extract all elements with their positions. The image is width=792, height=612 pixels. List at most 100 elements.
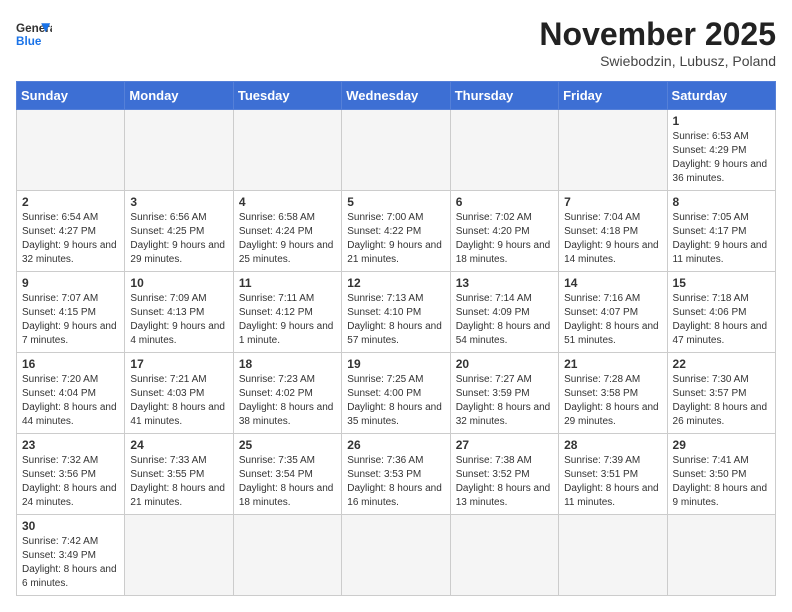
calendar-day-cell: 9 Sunrise: 7:07 AM Sunset: 4:15 PM Daylig… [17, 272, 125, 353]
calendar-header-friday: Friday [559, 82, 667, 110]
calendar-day-cell [233, 110, 341, 191]
day-info: Sunrise: 6:53 AM Sunset: 4:29 PM Dayligh… [673, 130, 770, 186]
day-info: Sunrise: 7:14 AM Sunset: 4:09 PM Dayligh… [456, 292, 553, 348]
day-number: 26 [347, 438, 444, 452]
day-info: Sunrise: 7:27 AM Sunset: 3:59 PM Dayligh… [456, 373, 553, 429]
day-number: 3 [130, 195, 227, 209]
day-info: Sunrise: 7:07 AM Sunset: 4:15 PM Dayligh… [22, 292, 119, 348]
title-area: November 2025 Swiebodzin, Lubusz, Poland [539, 16, 776, 69]
day-number: 22 [673, 357, 770, 371]
logo-icon: General Blue [16, 16, 52, 52]
calendar-day-cell: 8Sunrise: 7:05 AM Sunset: 4:17 PM Daylig… [667, 191, 775, 272]
day-number: 21 [564, 357, 661, 371]
day-info: Sunrise: 7:00 AM Sunset: 4:22 PM Dayligh… [347, 211, 444, 267]
calendar-day-cell [559, 515, 667, 596]
logo: General Blue [16, 16, 52, 52]
calendar-week-row: 9 Sunrise: 7:07 AM Sunset: 4:15 PM Daylig… [17, 272, 776, 353]
calendar-day-cell: 7Sunrise: 7:04 AM Sunset: 4:18 PM Daylig… [559, 191, 667, 272]
calendar-day-cell: 23Sunrise: 7:32 AM Sunset: 3:56 PM Dayli… [17, 434, 125, 515]
calendar-header-sunday: Sunday [17, 82, 125, 110]
day-info: Sunrise: 7:21 AM Sunset: 4:03 PM Dayligh… [130, 373, 227, 429]
calendar-day-cell [559, 110, 667, 191]
calendar-day-cell [342, 515, 450, 596]
day-info: Sunrise: 6:56 AM Sunset: 4:25 PM Dayligh… [130, 211, 227, 267]
calendar-day-cell: 22 Sunrise: 7:30 AM Sunset: 3:57 PM Dayli… [667, 353, 775, 434]
calendar-day-cell [450, 515, 558, 596]
day-info: Sunrise: 6:58 AM Sunset: 4:24 PM Dayligh… [239, 211, 336, 267]
calendar-day-cell: 30 Sunrise: 7:42 AM Sunset: 3:49 PM Dayli… [17, 515, 125, 596]
day-number: 28 [564, 438, 661, 452]
day-info: Sunrise: 7:42 AM Sunset: 3:49 PM Dayligh… [22, 535, 119, 591]
day-info: Sunrise: 7:09 AM Sunset: 4:13 PM Dayligh… [130, 292, 227, 348]
day-number: 24 [130, 438, 227, 452]
subtitle: Swiebodzin, Lubusz, Poland [539, 53, 776, 69]
calendar-week-row: 1 Sunrise: 6:53 AM Sunset: 4:29 PM Daylig… [17, 110, 776, 191]
calendar-week-row: 2Sunrise: 6:54 AM Sunset: 4:27 PM Daylig… [17, 191, 776, 272]
day-number: 8 [673, 195, 770, 209]
calendar-week-row: 16Sunrise: 7:20 AM Sunset: 4:04 PM Dayli… [17, 353, 776, 434]
day-number: 12 [347, 276, 444, 290]
calendar-day-cell: 4Sunrise: 6:58 AM Sunset: 4:24 PM Daylig… [233, 191, 341, 272]
calendar-day-cell: 26 Sunrise: 7:36 AM Sunset: 3:53 PM Dayli… [342, 434, 450, 515]
day-number: 6 [456, 195, 553, 209]
calendar-day-cell: 18 Sunrise: 7:23 AM Sunset: 4:02 PM Dayli… [233, 353, 341, 434]
calendar-day-cell: 5 Sunrise: 7:00 AM Sunset: 4:22 PM Daylig… [342, 191, 450, 272]
day-info: Sunrise: 7:23 AM Sunset: 4:02 PM Dayligh… [239, 373, 336, 429]
calendar-day-cell: 20 Sunrise: 7:27 AM Sunset: 3:59 PM Dayli… [450, 353, 558, 434]
day-number: 11 [239, 276, 336, 290]
day-info: Sunrise: 7:33 AM Sunset: 3:55 PM Dayligh… [130, 454, 227, 510]
day-info: Sunrise: 7:16 AM Sunset: 4:07 PM Dayligh… [564, 292, 661, 348]
day-number: 19 [347, 357, 444, 371]
day-number: 29 [673, 438, 770, 452]
day-number: 1 [673, 114, 770, 128]
day-info: Sunrise: 7:28 AM Sunset: 3:58 PM Dayligh… [564, 373, 661, 429]
day-info: Sunrise: 7:18 AM Sunset: 4:06 PM Dayligh… [673, 292, 770, 348]
day-number: 13 [456, 276, 553, 290]
month-title: November 2025 [539, 16, 776, 53]
calendar-header-monday: Monday [125, 82, 233, 110]
day-number: 5 [347, 195, 444, 209]
calendar-day-cell [125, 110, 233, 191]
calendar-day-cell: 28 Sunrise: 7:39 AM Sunset: 3:51 PM Dayli… [559, 434, 667, 515]
calendar-day-cell: 13 Sunrise: 7:14 AM Sunset: 4:09 PM Dayli… [450, 272, 558, 353]
day-info: Sunrise: 6:54 AM Sunset: 4:27 PM Dayligh… [22, 211, 119, 267]
svg-text:Blue: Blue [16, 35, 42, 48]
day-info: Sunrise: 7:41 AM Sunset: 3:50 PM Dayligh… [673, 454, 770, 510]
calendar-week-row: 23Sunrise: 7:32 AM Sunset: 3:56 PM Dayli… [17, 434, 776, 515]
calendar-day-cell: 19 Sunrise: 7:25 AM Sunset: 4:00 PM Dayli… [342, 353, 450, 434]
day-number: 23 [22, 438, 119, 452]
calendar-day-cell: 16Sunrise: 7:20 AM Sunset: 4:04 PM Dayli… [17, 353, 125, 434]
day-number: 27 [456, 438, 553, 452]
calendar-header-row: SundayMondayTuesdayWednesdayThursdayFrid… [17, 82, 776, 110]
calendar-day-cell: 1 Sunrise: 6:53 AM Sunset: 4:29 PM Daylig… [667, 110, 775, 191]
calendar-day-cell: 15 Sunrise: 7:18 AM Sunset: 4:06 PM Dayli… [667, 272, 775, 353]
day-number: 20 [456, 357, 553, 371]
day-number: 30 [22, 519, 119, 533]
day-info: Sunrise: 7:30 AM Sunset: 3:57 PM Dayligh… [673, 373, 770, 429]
calendar-header-wednesday: Wednesday [342, 82, 450, 110]
calendar-day-cell: 12 Sunrise: 7:13 AM Sunset: 4:10 PM Dayli… [342, 272, 450, 353]
calendar-header-tuesday: Tuesday [233, 82, 341, 110]
calendar-header-thursday: Thursday [450, 82, 558, 110]
day-info: Sunrise: 7:39 AM Sunset: 3:51 PM Dayligh… [564, 454, 661, 510]
day-number: 18 [239, 357, 336, 371]
calendar-day-cell: 17Sunrise: 7:21 AM Sunset: 4:03 PM Dayli… [125, 353, 233, 434]
day-info: Sunrise: 7:13 AM Sunset: 4:10 PM Dayligh… [347, 292, 444, 348]
day-number: 14 [564, 276, 661, 290]
calendar-day-cell [17, 110, 125, 191]
day-info: Sunrise: 7:36 AM Sunset: 3:53 PM Dayligh… [347, 454, 444, 510]
calendar-day-cell: 14 Sunrise: 7:16 AM Sunset: 4:07 PM Dayli… [559, 272, 667, 353]
calendar-header-saturday: Saturday [667, 82, 775, 110]
day-info: Sunrise: 7:02 AM Sunset: 4:20 PM Dayligh… [456, 211, 553, 267]
calendar-day-cell: 6 Sunrise: 7:02 AM Sunset: 4:20 PM Daylig… [450, 191, 558, 272]
day-number: 15 [673, 276, 770, 290]
calendar-day-cell: 10Sunrise: 7:09 AM Sunset: 4:13 PM Dayli… [125, 272, 233, 353]
calendar-day-cell: 24 Sunrise: 7:33 AM Sunset: 3:55 PM Dayli… [125, 434, 233, 515]
header: General Blue November 2025 Swiebodzin, L… [16, 16, 776, 69]
day-info: Sunrise: 7:04 AM Sunset: 4:18 PM Dayligh… [564, 211, 661, 267]
calendar-day-cell: 21 Sunrise: 7:28 AM Sunset: 3:58 PM Dayli… [559, 353, 667, 434]
day-number: 9 [22, 276, 119, 290]
calendar-day-cell [450, 110, 558, 191]
day-info: Sunrise: 7:25 AM Sunset: 4:00 PM Dayligh… [347, 373, 444, 429]
day-info: Sunrise: 7:11 AM Sunset: 4:12 PM Dayligh… [239, 292, 336, 348]
